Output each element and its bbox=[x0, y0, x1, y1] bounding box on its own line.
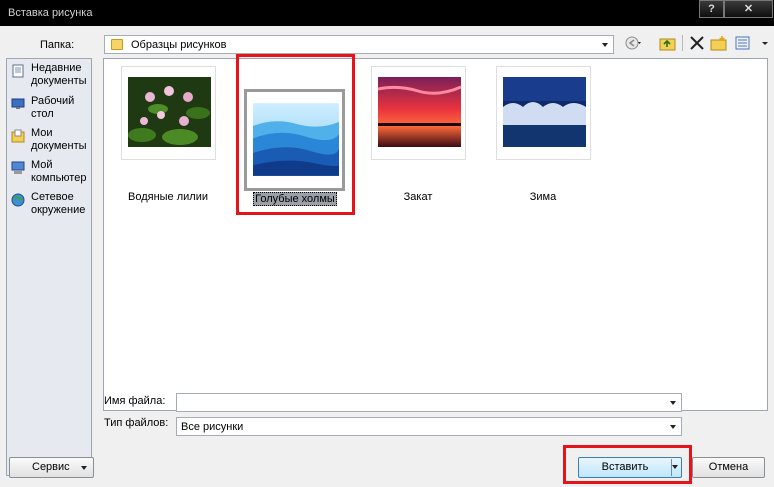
place-label: Рабочий стол bbox=[31, 95, 75, 120]
file-thumbnail-water-lilies[interactable] bbox=[121, 66, 216, 160]
chevron-down-icon[interactable] bbox=[670, 425, 676, 429]
highlight-selected-file bbox=[236, 54, 355, 215]
filetype-label: Тип файлов: bbox=[104, 417, 169, 429]
filename-input[interactable] bbox=[176, 393, 682, 412]
sunset-image bbox=[378, 77, 461, 147]
place-label: Недавние документы bbox=[31, 62, 87, 87]
chevron-down-icon[interactable] bbox=[602, 43, 608, 47]
filetype-select[interactable]: Все рисунки bbox=[176, 417, 682, 436]
file-list: Водяные лилии Голубые холмы Закат Зима bbox=[103, 58, 768, 411]
filetype-value: Все рисунки bbox=[181, 421, 244, 433]
back-icon[interactable] bbox=[624, 35, 642, 51]
winter-image bbox=[503, 77, 586, 147]
folder-value: Образцы рисунков bbox=[131, 39, 227, 51]
desktop-icon bbox=[11, 98, 25, 109]
places-bar: Недавние документы Рабочий стол Мои доку… bbox=[6, 58, 92, 476]
window-title: Вставка рисунка bbox=[8, 7, 93, 19]
recent-documents-icon bbox=[12, 64, 24, 78]
folder-icon bbox=[111, 39, 123, 50]
views-icon[interactable] bbox=[735, 35, 753, 51]
title-bar: Вставка рисунка ? ✕ bbox=[0, 0, 774, 26]
file-name: Закат bbox=[403, 191, 433, 203]
dialog-body: Папка: Образцы рисунков Недавние докумен… bbox=[0, 26, 774, 487]
folder-combo[interactable]: Образцы рисунков bbox=[104, 35, 614, 54]
up-folder-icon[interactable] bbox=[659, 35, 677, 51]
my-computer-icon bbox=[11, 161, 25, 174]
delete-icon[interactable] bbox=[688, 35, 706, 51]
cancel-button[interactable]: Отмена bbox=[692, 457, 765, 478]
filename-label: Имя файла: bbox=[104, 395, 166, 407]
close-button[interactable]: ✕ bbox=[724, 0, 773, 18]
toolbar-separator bbox=[682, 35, 683, 51]
help-button[interactable]: ? bbox=[699, 0, 724, 18]
new-folder-icon[interactable] bbox=[710, 35, 728, 51]
highlight-insert-button bbox=[563, 445, 692, 484]
chevron-down-icon bbox=[81, 466, 87, 470]
file-name: Водяные лилии bbox=[127, 191, 208, 203]
file-thumbnail-sunset[interactable] bbox=[371, 66, 466, 160]
file-name: Зима bbox=[529, 191, 557, 203]
water-lilies-image bbox=[128, 77, 211, 147]
place-label: Мои документы bbox=[31, 127, 87, 152]
network-icon bbox=[11, 193, 25, 207]
views-dropdown-icon[interactable] bbox=[756, 35, 774, 51]
file-thumbnail-winter[interactable] bbox=[496, 66, 591, 160]
place-label: Мой компьютер bbox=[31, 159, 87, 184]
my-documents-icon bbox=[11, 129, 25, 143]
folder-label: Папка: bbox=[40, 39, 75, 51]
service-button[interactable]: Сервис bbox=[9, 457, 94, 478]
chevron-down-icon[interactable] bbox=[670, 401, 676, 405]
service-button-label: Сервис bbox=[32, 461, 70, 473]
place-label: Сетевое окружение bbox=[31, 191, 86, 216]
